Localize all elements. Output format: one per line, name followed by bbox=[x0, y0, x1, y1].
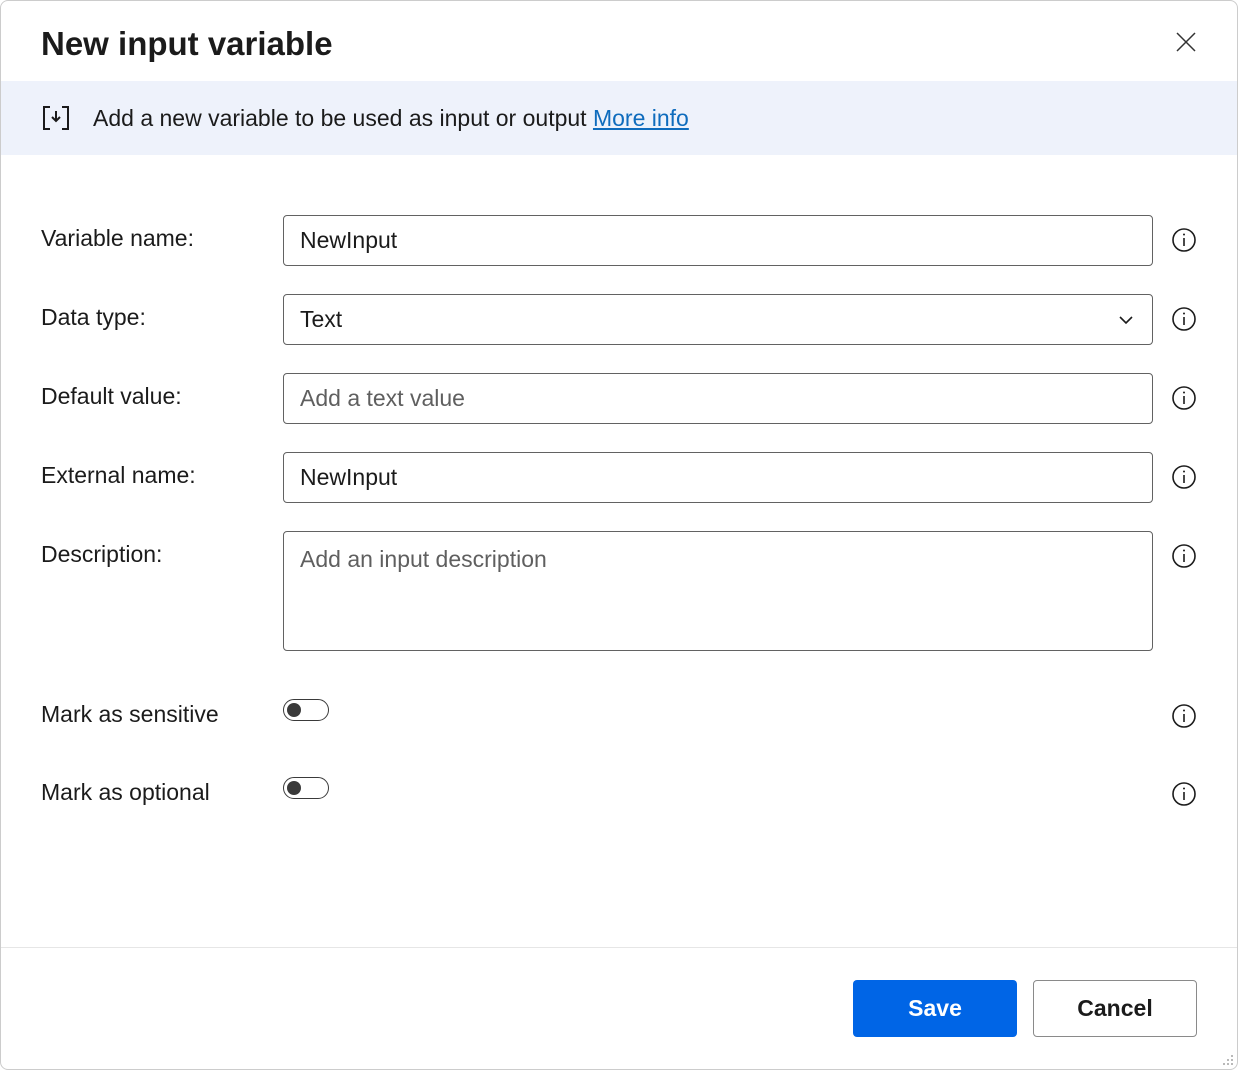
data-type-select[interactable]: Text bbox=[283, 294, 1153, 345]
info-icon-description[interactable] bbox=[1171, 543, 1197, 569]
info-banner-text: Add a new variable to be used as input o… bbox=[93, 105, 689, 132]
dialog-title: New input variable bbox=[41, 25, 333, 63]
label-mark-optional: Mark as optional bbox=[41, 769, 283, 806]
row-description: Description: bbox=[41, 531, 1197, 651]
info-icon bbox=[1171, 385, 1197, 411]
resize-grip-icon[interactable] bbox=[1219, 1051, 1235, 1067]
row-external-name: External name: bbox=[41, 452, 1197, 503]
info-icon-mark-sensitive[interactable] bbox=[1171, 703, 1197, 729]
toggle-knob bbox=[287, 781, 301, 795]
info-icon bbox=[1171, 306, 1197, 332]
dialog-header: New input variable bbox=[1, 1, 1237, 81]
info-banner-message: Add a new variable to be used as input o… bbox=[93, 105, 593, 131]
info-icon bbox=[1171, 703, 1197, 729]
row-variable-name: Variable name: bbox=[41, 215, 1197, 266]
chevron-down-icon bbox=[1116, 310, 1136, 330]
info-icon-mark-optional[interactable] bbox=[1171, 781, 1197, 807]
toggle-mark-sensitive[interactable] bbox=[283, 699, 329, 721]
info-icon-data-type[interactable] bbox=[1171, 306, 1197, 332]
info-icon-default-value[interactable] bbox=[1171, 385, 1197, 411]
new-input-variable-dialog: New input variable Add a new variable to… bbox=[0, 0, 1238, 1070]
form-body: Variable name: Data type: Text D bbox=[1, 155, 1237, 947]
input-variable-icon bbox=[41, 103, 71, 133]
label-mark-sensitive: Mark as sensitive bbox=[41, 691, 283, 728]
default-value-input[interactable] bbox=[283, 373, 1153, 424]
info-icon bbox=[1171, 543, 1197, 569]
toggle-knob bbox=[287, 703, 301, 717]
external-name-input[interactable] bbox=[283, 452, 1153, 503]
row-mark-optional: Mark as optional bbox=[41, 769, 1197, 807]
toggle-mark-optional[interactable] bbox=[283, 777, 329, 799]
info-icon bbox=[1171, 227, 1197, 253]
info-icon bbox=[1171, 464, 1197, 490]
label-external-name: External name: bbox=[41, 452, 283, 489]
info-icon-external-name[interactable] bbox=[1171, 464, 1197, 490]
row-data-type: Data type: Text bbox=[41, 294, 1197, 345]
row-mark-sensitive: Mark as sensitive bbox=[41, 691, 1197, 729]
row-default-value: Default value: bbox=[41, 373, 1197, 424]
dialog-footer: Save Cancel bbox=[1, 947, 1237, 1069]
cancel-button[interactable]: Cancel bbox=[1033, 980, 1197, 1037]
close-button[interactable] bbox=[1171, 27, 1201, 62]
label-description: Description: bbox=[41, 531, 283, 568]
save-button[interactable]: Save bbox=[853, 980, 1017, 1037]
more-info-link[interactable]: More info bbox=[593, 105, 689, 131]
data-type-value: Text bbox=[300, 306, 342, 333]
label-default-value: Default value: bbox=[41, 373, 283, 410]
label-data-type: Data type: bbox=[41, 294, 283, 331]
info-icon bbox=[1171, 781, 1197, 807]
info-banner: Add a new variable to be used as input o… bbox=[1, 81, 1237, 155]
description-input[interactable] bbox=[283, 531, 1153, 651]
label-variable-name: Variable name: bbox=[41, 215, 283, 252]
info-icon-variable-name[interactable] bbox=[1171, 227, 1197, 253]
close-icon bbox=[1175, 31, 1197, 53]
variable-name-input[interactable] bbox=[283, 215, 1153, 266]
